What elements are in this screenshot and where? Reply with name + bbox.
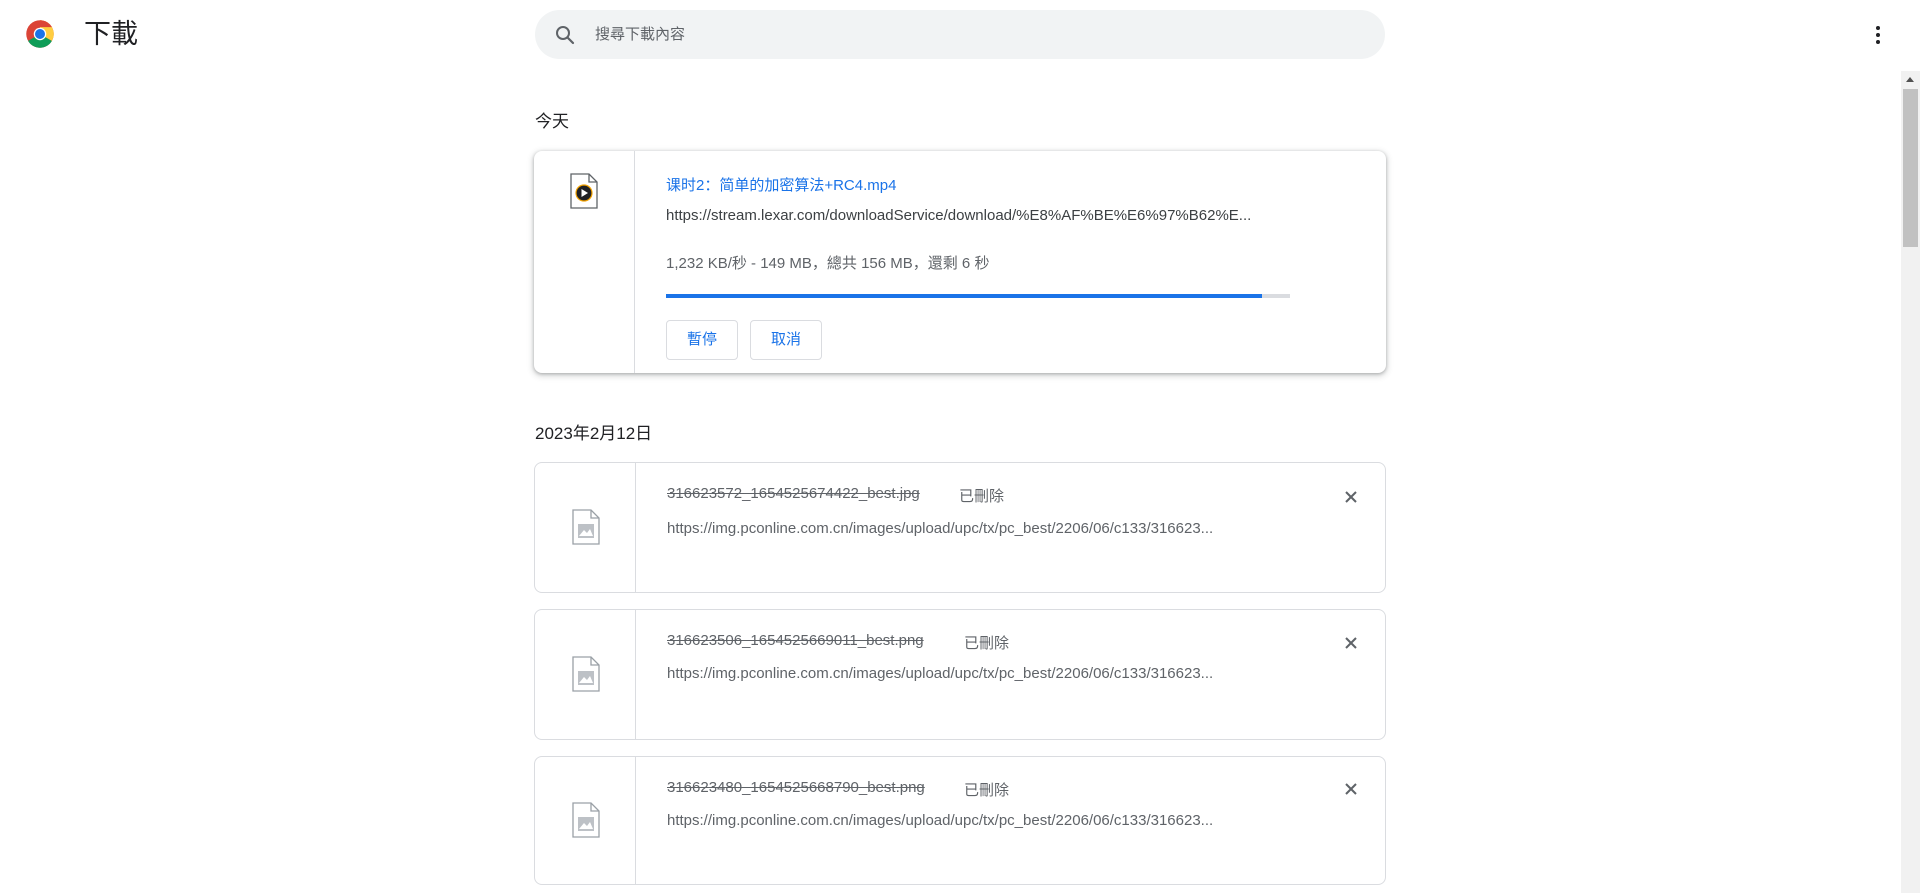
file-icon-column [534,151,635,373]
scrollbar-thumb[interactable] [1903,89,1918,247]
file-icon-column [535,463,636,592]
search-icon[interactable] [553,23,577,47]
scroll-up-arrow-icon[interactable] [1906,77,1914,82]
remove-from-list-icon[interactable] [1341,487,1361,507]
file-source-url[interactable]: https://stream.lexar.com/downloadService… [666,207,1291,224]
image-file-icon [572,509,600,545]
file-icon-column [535,757,636,884]
more-vert-icon [1876,26,1880,30]
file-source-url[interactable]: https://img.pconline.com.cn/images/uploa… [667,665,1292,682]
download-item-active: 课时2：简单的加密算法+RC4.mp4 https://stream.lexar… [534,151,1386,373]
section-heading-today: 今天 [535,112,569,131]
file-source-url[interactable]: https://img.pconline.com.cn/images/uploa… [667,520,1292,537]
removed-status-tag: 已刪除 [964,782,1010,799]
removed-status-tag: 已刪除 [964,635,1010,652]
download-item-removed: 316623572_1654525674422_best.jpg 已刪除 htt… [534,462,1386,593]
file-source-url[interactable]: https://img.pconline.com.cn/images/uploa… [667,812,1292,829]
image-file-icon [572,802,600,838]
download-item-removed: 316623506_1654525669011_best.png 已刪除 htt… [534,609,1386,740]
download-status-text: 1,232 KB/秒 - 149 MB，總共 156 MB，還剩 6 秒 [666,255,990,272]
pause-button[interactable]: 暫停 [666,320,739,360]
file-name-removed: 316623572_1654525674422_best.jpg [667,485,920,502]
page-title: 下載 [84,19,138,49]
image-file-icon [572,656,600,692]
search-bar[interactable] [535,10,1385,59]
removed-status-tag: 已刪除 [959,488,1005,505]
section-heading-date: 2023年2月12日 [535,424,653,443]
chrome-logo-icon [26,20,54,48]
download-progress-bar [666,294,1290,298]
download-item-removed: 316623480_1654525668790_best.png 已刪除 htt… [534,756,1386,885]
download-progress-fill [666,294,1262,298]
search-input[interactable] [593,10,1353,59]
file-icon-column [535,610,636,739]
remove-from-list-icon[interactable] [1341,779,1361,799]
file-name-removed: 316623480_1654525668790_best.png [667,779,925,796]
scrollbar[interactable] [1901,71,1920,893]
file-name-removed: 316623506_1654525669011_best.png [667,632,924,649]
file-name-link[interactable]: 课时2：简单的加密算法+RC4.mp4 [666,174,896,195]
downloads-header: 下載 [0,0,1920,70]
video-file-icon [570,173,598,209]
more-options-button[interactable] [1864,19,1892,51]
remove-from-list-icon[interactable] [1341,633,1361,653]
cancel-button[interactable]: 取消 [750,320,823,360]
